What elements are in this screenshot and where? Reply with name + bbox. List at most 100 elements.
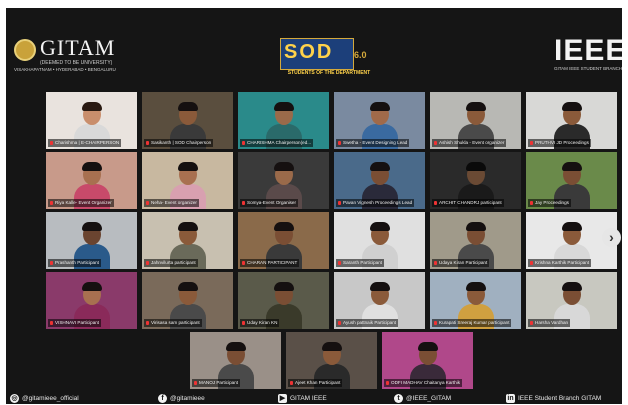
participant-name: Sasikanth | SOD Chairperson <box>151 140 212 145</box>
participant-hair <box>82 222 102 231</box>
participant-tile[interactable]: Harsha Vardhan <box>526 272 617 329</box>
participant-tile[interactable]: Sasikanth | SOD Chairperson <box>142 92 233 149</box>
participant-tile[interactable]: CHARAN PARTICIPANT <box>238 212 329 269</box>
participant-name-label: Pavan Vignesh Proceedings Lead <box>336 199 415 207</box>
participant-hair <box>418 342 438 351</box>
participant-hair <box>370 102 390 111</box>
participant-name-label: Somya-Event Organiser <box>240 199 299 207</box>
participant-name: Prashanth Participant <box>55 260 99 265</box>
participant-tile[interactable]: ODFI MADHAV Chaitanya Karthik <box>382 332 473 389</box>
mic-muted-icon <box>242 200 245 205</box>
participant-tile[interactable]: ARCHIT CHANDRJ participant <box>430 152 521 209</box>
participant-name-label: VISHNAVI Participant <box>48 319 102 327</box>
participant-hair <box>322 342 342 351</box>
mic-muted-icon <box>146 200 149 205</box>
facebook-handle: @gitamieee <box>170 394 205 402</box>
participant-name-label: Swetha - Event Designing Lead <box>336 139 410 147</box>
instagram-link[interactable]: ◎ @gitamieee_official <box>10 392 79 404</box>
facebook-icon: f <box>158 393 167 403</box>
chevron-right-icon: › <box>609 229 614 245</box>
participant-name: CHARISHMA Chairperson(ed... <box>247 140 312 145</box>
participant-tile[interactable]: Saranth Participant <box>334 212 425 269</box>
participant-name: ODFI MADHAV Chaitanya Karthik <box>391 380 461 385</box>
participant-hair <box>82 162 102 171</box>
participant-tile[interactable]: MANOJ Participant <box>190 332 281 389</box>
participant-hair <box>178 282 198 291</box>
participant-hair <box>466 102 486 111</box>
participant-name: VISHNAVI Participant <box>55 320 100 325</box>
participant-tile[interactable]: Pavan Vignesh Proceedings Lead <box>334 152 425 209</box>
participant-name: Charishma | E-CHAIRPERSON <box>55 140 120 145</box>
participant-hair <box>370 162 390 171</box>
participant-name: Udaya Kiran Participant <box>439 260 488 265</box>
mic-muted-icon <box>50 140 53 145</box>
participant-tile[interactable]: Ashish Shukla - Event organizer <box>430 92 521 149</box>
mic-muted-icon <box>290 380 293 385</box>
participant-name-label: MANOJ Participant <box>192 379 241 387</box>
twitter-link[interactable]: t @IEEE_GITAM <box>394 392 451 404</box>
mic-muted-icon <box>146 140 149 145</box>
mic-muted-icon <box>530 140 533 145</box>
twitter-icon: t <box>394 393 403 403</box>
participant-name-label: Prashanth Participant <box>48 259 101 267</box>
participant-tile[interactable]: Kurapati Sreeraj Kumar participant <box>430 272 521 329</box>
participant-name-label: Sasikanth | SOD Chairperson <box>144 139 214 147</box>
event-banner: GITAM (DEEMED TO BE UNIVERSITY) VISAKHAP… <box>6 8 622 88</box>
participant-tile[interactable]: VISHNAVI Participant <box>46 272 137 329</box>
participant-hair <box>82 282 102 291</box>
participant-name-label: Neha- Event organizer <box>144 199 199 207</box>
participant-name-label: Ayush pattnaik Participant <box>336 319 399 327</box>
participant-hair <box>562 282 582 291</box>
participant-name: Ashish Shukla - Event organizer <box>439 140 505 145</box>
participant-name-label: PRUTHVI JD Proceedings <box>528 139 591 147</box>
participant-name: CHARAN PARTICIPANT <box>247 260 298 265</box>
participant-tile[interactable]: Neha- Event organizer <box>142 152 233 209</box>
mic-muted-icon <box>146 260 149 265</box>
participant-name: Ajeet Khan Participant <box>295 380 341 385</box>
participant-tile[interactable]: Riya Kalle- Event Organizer <box>46 152 137 209</box>
participant-tile[interactable]: Uday Kiran KN <box>238 272 329 329</box>
youtube-link[interactable]: ▶ GITAM IEEE <box>278 392 327 404</box>
participant-name-label: Kurapati Sreeraj Kumar participant <box>432 319 512 327</box>
gitam-emblem-icon <box>14 39 36 61</box>
participant-hair <box>274 102 294 111</box>
participant-hair <box>562 102 582 111</box>
twitter-handle: @IEEE_GITAM <box>406 394 452 402</box>
participant-tile[interactable]: Swetha - Event Designing Lead <box>334 92 425 149</box>
participant-hair <box>274 222 294 231</box>
participant-hair <box>562 162 582 171</box>
participant-tile[interactable]: Prashanth Participant <box>46 212 137 269</box>
participant-tile[interactable]: Ayush pattnaik Participant <box>334 272 425 329</box>
sod-event-logo: SOD 6.0 STUDENTS OF THE DEPARTMENT <box>274 36 384 78</box>
participant-name: Jahnvilurta participant <box>151 260 196 265</box>
participant-tile[interactable]: Charishma | E-CHAIRPERSON <box>46 92 137 149</box>
participant-tile[interactable]: Ajeet Khan Participant <box>286 332 377 389</box>
mic-muted-icon <box>242 140 245 145</box>
next-page-button[interactable]: › <box>602 228 621 247</box>
participant-name-label: Uday Kiran KN <box>240 319 280 327</box>
participant-hair <box>178 102 198 111</box>
participant-tile[interactable]: Jay Proceedings <box>526 152 617 209</box>
sod-logo-text: SOD <box>284 41 334 63</box>
participant-hair <box>178 162 198 171</box>
participant-name-label: CHARAN PARTICIPANT <box>240 259 300 267</box>
linkedin-link[interactable]: in IEEE Student Branch GITAM <box>506 392 601 404</box>
participant-tile[interactable]: Virisasa sam participant <box>142 272 233 329</box>
participant-name: Uday Kiran KN <box>247 320 278 325</box>
gitam-logo-subtitle: (DEEMED TO BE UNIVERSITY) <box>40 60 113 66</box>
facebook-link[interactable]: f @gitamieee <box>158 392 205 404</box>
participant-name-label: Krishna Karthik Participant <box>528 259 592 267</box>
mic-muted-icon <box>530 260 533 265</box>
mic-muted-icon <box>434 200 437 205</box>
participant-hair <box>466 162 486 171</box>
mic-muted-icon <box>146 320 149 325</box>
participant-tile[interactable]: Somya-Event Organiser <box>238 152 329 209</box>
participant-tile[interactable]: PRUTHVI JD Proceedings <box>526 92 617 149</box>
gitam-logo: GITAM (DEEMED TO BE UNIVERSITY) VISAKHAP… <box>14 36 134 76</box>
mic-muted-icon <box>50 320 53 325</box>
participant-gallery: Charishma | E-CHAIRPERSON Sasikanth | SOD… <box>6 92 622 392</box>
ieee-logo-text: IEEE <box>554 34 622 67</box>
participant-tile[interactable]: CHARISHMA Chairperson(ed... <box>238 92 329 149</box>
participant-tile[interactable]: Udaya Kiran Participant <box>430 212 521 269</box>
participant-tile[interactable]: Jahnvilurta participant <box>142 212 233 269</box>
